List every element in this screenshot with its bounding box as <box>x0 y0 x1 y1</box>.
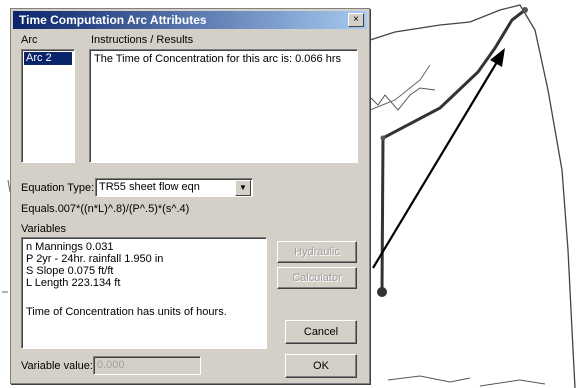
arc-end-node <box>522 7 528 13</box>
equation-type-value: TR55 sheet flow eqn <box>99 181 200 193</box>
instructions-label: Instructions / Results <box>91 34 194 46</box>
variable-row[interactable]: P 2yr - 24hr. rainfall 1.950 in <box>26 253 163 265</box>
dialog-titlebar: Time Computation Arc Attributes × <box>13 11 367 29</box>
result-text: The Time of Concentration for this arc i… <box>94 53 342 65</box>
variable-value-input[interactable]: 0.000 <box>93 356 201 375</box>
arc-label: Arc <box>21 34 38 46</box>
units-text: Time of Concentration has units of hours… <box>26 306 227 318</box>
map-line-bottom <box>387 375 471 383</box>
variable-value: 0.000 <box>97 359 125 371</box>
dialog-title: Time Computation Arc Attributes <box>19 13 207 27</box>
cancel-button[interactable]: Cancel <box>285 320 357 344</box>
chevron-down-icon[interactable]: ▼ <box>235 180 251 196</box>
variable-row[interactable]: S Slope 0.075 ft/ft <box>26 265 113 277</box>
equation-text: Equals.007*((n*L)^.8)/(P^.5)*(s^.4) <box>21 203 190 215</box>
ok-button[interactable]: OK <box>285 354 357 378</box>
watershed-boundary <box>369 4 576 388</box>
variable-row[interactable]: n Mannings 0.031 <box>26 241 113 253</box>
calculator-button[interactable]: Calculator <box>277 267 357 289</box>
variable-row[interactable]: L Length 223.134 ft <box>26 277 120 289</box>
equation-type-select[interactable]: TR55 sheet flow eqn ▼ <box>95 178 253 197</box>
equation-type-label: Equation Type: <box>21 182 95 194</box>
hydraulic-radius-button[interactable]: Hydraulic Radius <box>277 241 357 278</box>
results-box: The Time of Concentration for this arc i… <box>89 49 358 163</box>
variables-label: Variables <box>21 223 67 235</box>
annotation-arrow <box>372 56 501 269</box>
arc-start-node[interactable] <box>377 287 387 297</box>
map-line-bottom-2 <box>479 379 546 387</box>
time-computation-dialog: Time Computation Arc Attributes × Arc Ar… <box>10 8 370 384</box>
arc-list-item[interactable]: Arc 2 <box>24 52 72 65</box>
variable-value-label: Variable value: <box>21 360 93 372</box>
close-button[interactable]: × <box>348 13 364 27</box>
arc-vertex <box>380 135 386 141</box>
arc-listbox[interactable]: Arc 2 <box>21 49 75 163</box>
variables-box[interactable]: n Mannings 0.031 P 2yr - 24hr. rainfall … <box>21 237 267 349</box>
